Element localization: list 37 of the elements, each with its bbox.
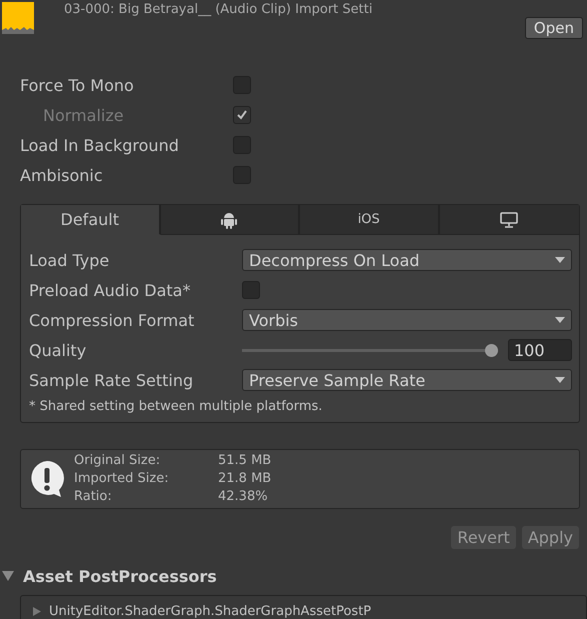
dropdown[interactable]: Decompress On Load <box>242 249 572 271</box>
info-value: 21.8 MB <box>218 470 272 488</box>
info-value: 42.38% <box>218 488 269 506</box>
number-field[interactable]: 100 <box>508 339 572 361</box>
platform-tab[interactable]: iOS <box>300 205 440 235</box>
dropdown[interactable]: Preserve Sample Rate <box>242 369 572 391</box>
option-label: Load In Background <box>20 136 180 154</box>
platform-tab[interactable]: Default <box>21 205 160 235</box>
caret-icon <box>555 317 565 323</box>
section-title: Asset PostProcessors <box>23 566 217 586</box>
audio-clip-icon <box>2 2 34 34</box>
checkmark-icon <box>235 108 249 122</box>
option-label: Normalize <box>42 106 125 124</box>
setting-label: Compression Format <box>29 310 196 330</box>
footnote: * Shared setting between multiple platforms. <box>29 399 324 414</box>
info-value: 51.5 MB <box>218 452 272 470</box>
caret-icon <box>555 257 565 263</box>
info-label: Original Size: <box>74 452 162 470</box>
setting-label: Load Type <box>29 250 110 270</box>
window-title: 03-000: Big Betrayal__ (Audio Clip) Import Setti <box>64 2 372 17</box>
info-label: Imported Size: <box>74 470 170 488</box>
monitor-icon <box>500 212 518 228</box>
option-label: Ambisonic <box>20 166 104 184</box>
dropdown[interactable]: Vorbis <box>242 309 572 331</box>
setting-label: Preload Audio Data* <box>29 280 192 300</box>
setting-label: Quality <box>29 340 88 360</box>
setting-label: Sample Rate Setting <box>29 370 194 390</box>
open-button[interactable]: Open <box>524 17 583 39</box>
platform-tab[interactable] <box>160 205 300 235</box>
info-label: Ratio: <box>74 488 113 506</box>
foldout-arrow-icon[interactable] <box>2 571 14 581</box>
foldout-arrow-icon[interactable] <box>33 606 41 616</box>
android-icon <box>221 210 238 228</box>
checkbox[interactable] <box>242 281 260 299</box>
caret-icon <box>555 377 565 383</box>
option-label: Force To Mono <box>20 76 135 94</box>
slider-handle[interactable] <box>485 344 498 356</box>
